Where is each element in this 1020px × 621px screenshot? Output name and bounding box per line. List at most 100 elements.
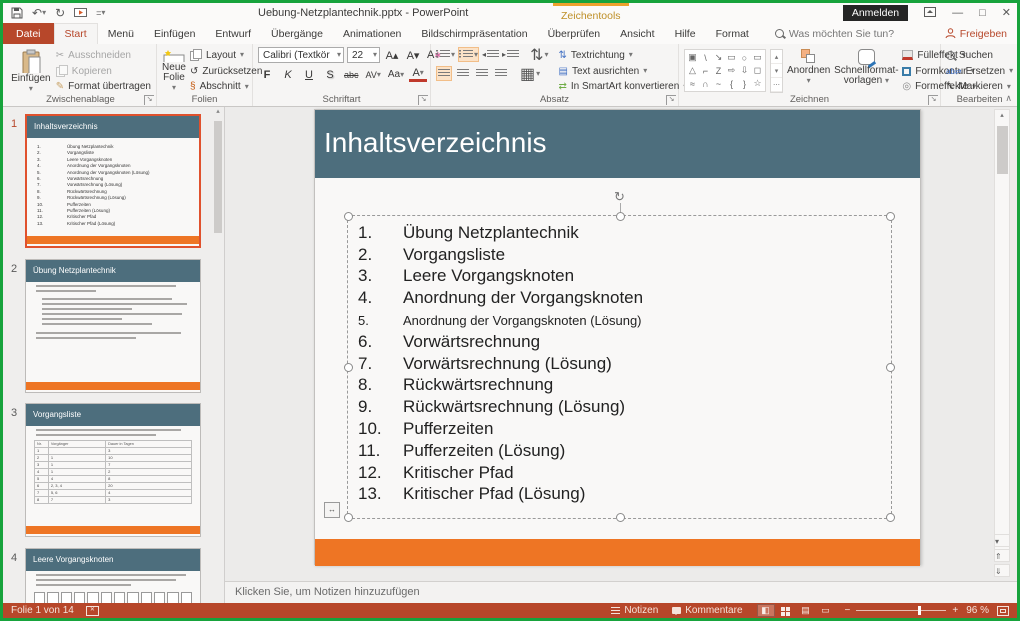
slide-title[interactable]: Inhaltsverzeichnis: [315, 110, 920, 178]
shapes-gallery-scroll[interactable]: ▴ ▾ ⋯: [770, 49, 783, 93]
ribbon-tab[interactable]: Überprüfen: [538, 23, 611, 44]
layout-button[interactable]: Layout▾: [190, 49, 262, 62]
thumbnail-slide-2[interactable]: Übung Netzplantechnik: [25, 259, 201, 393]
shape-icon[interactable]: △: [686, 64, 699, 77]
comments-toggle[interactable]: Kommentare: [672, 605, 742, 616]
font-color-button[interactable]: A▾: [409, 67, 427, 82]
ribbon-tab[interactable]: Einfügen: [144, 23, 205, 44]
shapes-gallery[interactable]: ▣\↘▭○▭△⌐Z⇨⇩◻≈∩~{}☆: [684, 49, 766, 92]
ribbon-tab[interactable]: Menü: [98, 23, 144, 44]
increase-font-icon[interactable]: A▴: [383, 48, 401, 63]
ribbon-tab[interactable]: Start: [54, 23, 98, 44]
zoom-in-icon[interactable]: +: [952, 605, 958, 616]
fit-to-window-icon[interactable]: [997, 606, 1009, 616]
toc-textbox[interactable]: ↻ ↔ 1.Übung Netzplantechnik2.Vorgangslis…: [347, 215, 892, 519]
zoom-level[interactable]: 96 %: [966, 605, 989, 616]
shape-icon[interactable]: ◻: [751, 64, 764, 77]
scrollbar-thumb[interactable]: [997, 126, 1008, 174]
thumbnail-slide-3[interactable]: Vorgangsliste Nr.VorgängerDauer in Tagen…: [25, 403, 201, 537]
find-button[interactable]: Suchen: [946, 49, 1013, 62]
toc-list-item[interactable]: 8.Rückwärtsrechnung: [348, 375, 891, 397]
ribbon-tab[interactable]: Format: [706, 23, 759, 44]
resize-handle-s[interactable]: [616, 513, 625, 522]
clipboard-dialog-launcher[interactable]: ↘: [144, 95, 154, 105]
ribbon-tab[interactable]: Ansicht: [610, 23, 664, 44]
font-name-combo[interactable]: Calibri (Textkör▾: [258, 47, 344, 63]
zoom-out-icon[interactable]: −: [845, 605, 851, 616]
normal-view-button[interactable]: ◧: [757, 604, 775, 617]
minimize-button[interactable]: —: [952, 8, 963, 19]
font-size-combo[interactable]: 22▾: [347, 47, 380, 63]
bullets-button[interactable]: ▾: [436, 47, 455, 62]
convert-smartart-button[interactable]: ⇄In SmartArt konvertieren▾: [558, 80, 687, 93]
previous-slide-button[interactable]: ⇑: [994, 549, 1010, 562]
ribbon-tab[interactable]: Datei: [3, 23, 54, 44]
decrease-indent-icon[interactable]: ◂: [482, 47, 499, 62]
ribbon-tab[interactable]: Animationen: [333, 23, 411, 44]
paragraph-dialog-launcher[interactable]: ↘: [666, 95, 676, 105]
ribbon-tab[interactable]: Hilfe: [665, 23, 706, 44]
notes-toggle[interactable]: Notizen: [611, 605, 658, 616]
redo-icon[interactable]: ↻: [55, 7, 65, 19]
slide-sorter-view-button[interactable]: [777, 604, 795, 617]
shape-icon[interactable]: ⌐: [699, 64, 712, 77]
zoom-slider-thumb[interactable]: [918, 606, 921, 615]
shape-icon[interactable]: ↘: [712, 51, 725, 64]
next-slide-button[interactable]: ⇓: [994, 564, 1010, 577]
text-shadow-button[interactable]: S: [321, 67, 339, 82]
signin-button[interactable]: Anmelden: [843, 5, 908, 21]
thumbnail-slide-1[interactable]: Inhaltsverzeichnis 1.Übung Netzplantechn…: [25, 114, 201, 248]
toc-list-item[interactable]: 7.Vorwärtsrechnung (Lösung): [348, 353, 891, 375]
ribbon-tab[interactable]: Entwurf: [205, 23, 261, 44]
increase-indent-icon[interactable]: ▸: [502, 47, 519, 62]
reset-button[interactable]: ↺Zurücksetzen: [190, 65, 262, 78]
bold-button[interactable]: F: [258, 67, 276, 82]
toc-list-item[interactable]: 3.Leere Vorgangsknoten: [348, 266, 891, 288]
toc-list-item[interactable]: 11.Pufferzeiten (Lösung): [348, 440, 891, 462]
slideshow-view-button[interactable]: ▭: [817, 604, 835, 617]
collapse-ribbon-icon[interactable]: ∧: [1005, 93, 1012, 104]
toc-list-item[interactable]: 12.Kritischer Pfad: [348, 462, 891, 484]
replace-button[interactable]: ab⇄Ersetzen▾: [946, 65, 1013, 78]
contextual-tab-zeichentools[interactable]: Zeichentools: [553, 3, 629, 23]
resize-handle-sw[interactable]: [344, 513, 353, 522]
toc-list-item[interactable]: 1.Übung Netzplantechnik: [348, 222, 891, 244]
autofit-options-button[interactable]: ↔: [324, 502, 340, 518]
scrollbar-thumb[interactable]: [214, 121, 222, 233]
shape-icon[interactable]: ≈: [686, 77, 699, 90]
display-settings-icon[interactable]: ✕: [86, 606, 99, 616]
shape-icon[interactable]: Z: [712, 64, 725, 77]
shape-icon[interactable]: ▭: [751, 51, 764, 64]
close-button[interactable]: ✕: [1002, 8, 1011, 19]
format-painter-button[interactable]: ✎Format übertragen: [56, 80, 151, 93]
shape-icon[interactable]: \: [699, 51, 712, 64]
resize-handle-se[interactable]: [886, 513, 895, 522]
shape-icon[interactable]: {: [725, 77, 738, 90]
copy-button[interactable]: Kopieren: [56, 65, 151, 78]
toc-list-item[interactable]: 5.Anordnung der Vorgangsknoten (Lösung): [348, 309, 891, 331]
select-button[interactable]: ↖Markieren▾: [946, 80, 1013, 93]
shape-icon[interactable]: ○: [738, 51, 751, 64]
thumbnail-slide-4[interactable]: Leere Vorgangsknoten: [25, 548, 201, 603]
shape-icon[interactable]: ☆: [751, 77, 764, 90]
align-text-button[interactable]: ▤Text ausrichten▾: [558, 65, 687, 78]
drawing-dialog-launcher[interactable]: ↘: [928, 95, 938, 105]
editor-scrollbar[interactable]: ▴: [994, 109, 1010, 559]
rotate-handle-icon[interactable]: ↻: [614, 190, 625, 203]
shape-icon[interactable]: ▣: [686, 51, 699, 64]
resize-handle-e[interactable]: [886, 363, 895, 372]
toc-list-item[interactable]: 4.Anordnung der Vorgangsknoten: [348, 287, 891, 309]
slide-canvas[interactable]: Inhaltsverzeichnis ↻ ↔: [314, 109, 921, 565]
underline-button[interactable]: U: [300, 67, 318, 82]
shape-icon[interactable]: ⇩: [738, 64, 751, 77]
toc-list-item[interactable]: 6.Vorwärtsrechnung: [348, 331, 891, 353]
slide-indicator[interactable]: Folie 1 von 14: [11, 605, 74, 616]
start-slideshow-icon[interactable]: [74, 8, 87, 19]
numbering-button[interactable]: ▾: [458, 47, 479, 62]
shape-icon[interactable]: ~: [712, 77, 725, 90]
scroll-down-icon[interactable]: ▾: [994, 534, 1010, 547]
line-spacing-button[interactable]: ⇅▾: [530, 47, 548, 62]
font-dialog-launcher[interactable]: ↘: [418, 95, 428, 105]
restore-button[interactable]: □: [979, 8, 986, 19]
undo-caret-icon[interactable]: ▾: [42, 9, 46, 17]
